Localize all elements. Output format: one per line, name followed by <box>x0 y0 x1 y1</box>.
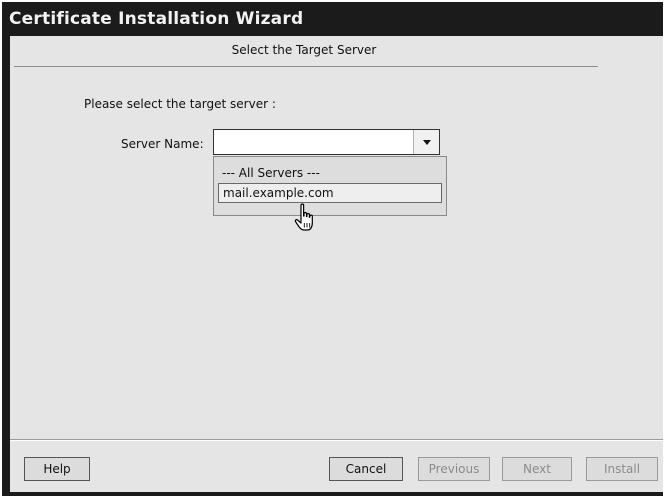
previous-button[interactable]: Previous <box>418 457 490 481</box>
hand-pointer-icon <box>294 203 313 231</box>
page-heading: Select the Target Server <box>231 43 377 57</box>
select-prompt: Please select the target server : <box>84 97 276 111</box>
dropdown-option-all-servers[interactable]: --- All Servers --- <box>222 166 320 180</box>
server-name-combobox[interactable] <box>213 129 440 155</box>
combobox-dropdown-button[interactable] <box>413 130 439 154</box>
button-bar-divider-highlight <box>10 440 663 441</box>
heading-divider <box>14 66 598 67</box>
server-name-label: Server Name: <box>121 137 204 151</box>
wizard-window: Certificate Installation Wizard Select t… <box>2 2 663 496</box>
chevron-down-icon <box>423 140 431 145</box>
next-button[interactable]: Next <box>502 457 572 481</box>
window-title: Certificate Installation Wizard <box>9 9 304 29</box>
server-dropdown-list: --- All Servers --- mail.example.com <box>213 156 447 216</box>
title-bar: Certificate Installation Wizard <box>2 2 663 36</box>
install-button[interactable]: Install <box>586 457 658 481</box>
dropdown-option-mail-example[interactable]: mail.example.com <box>218 183 442 203</box>
cancel-button[interactable]: Cancel <box>329 457 403 481</box>
help-button[interactable]: Help <box>24 457 90 481</box>
wizard-content: Select the Target Server Please select t… <box>10 36 663 492</box>
